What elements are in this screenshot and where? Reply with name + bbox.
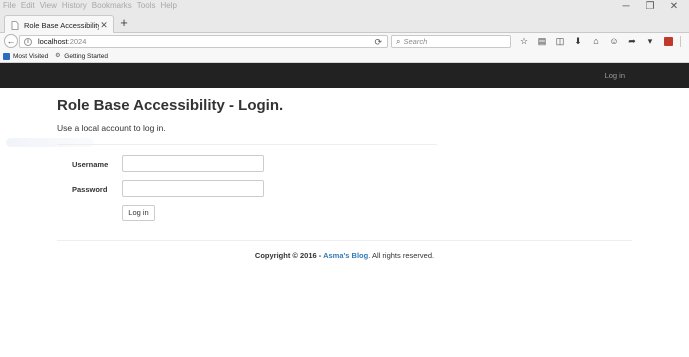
navigation-bar: ← i localhost:2024 ⟳ ⌕ Search ☆ ▤ ◫ ⬇ ⌂ … bbox=[0, 33, 689, 50]
toolbar-divider bbox=[680, 36, 684, 47]
minimize-icon[interactable]: ─ bbox=[619, 0, 633, 14]
menu-edit[interactable]: Edit bbox=[21, 0, 35, 12]
bookmark-folder-icon bbox=[3, 52, 10, 60]
home-icon[interactable]: ⌂ bbox=[587, 34, 605, 49]
password-label: Password bbox=[72, 185, 108, 194]
send-icon[interactable]: ➦ bbox=[623, 34, 641, 49]
page-subtitle: Use a local account to log in. bbox=[57, 123, 166, 133]
window-controls: ─ ❐ ✕ bbox=[619, 0, 681, 14]
restore-icon[interactable]: ❐ bbox=[643, 0, 657, 14]
page-favicon-icon bbox=[10, 20, 19, 30]
title-bar: File Edit View History Bookmarks Tools H… bbox=[0, 0, 689, 14]
reload-icon[interactable]: ⟳ bbox=[374, 36, 382, 48]
menu-history[interactable]: History bbox=[62, 0, 87, 12]
divider bbox=[57, 144, 437, 145]
url-port: :2024 bbox=[67, 37, 87, 46]
footer-copyright: Copyright © 2016 - bbox=[254, 251, 324, 260]
footer-rights: . All rights reserved. bbox=[368, 251, 435, 260]
dropdown-icon[interactable]: ▾ bbox=[641, 34, 659, 49]
reading-list-icon[interactable]: ▤ bbox=[533, 34, 551, 49]
tab-close-icon[interactable]: ✕ bbox=[99, 20, 109, 31]
search-placeholder: Search bbox=[403, 37, 428, 46]
menu-bar: File Edit View History Bookmarks Tools H… bbox=[3, 0, 177, 12]
bookmark-most-visited[interactable]: Most Visited bbox=[3, 52, 49, 60]
ghost-overlay bbox=[6, 138, 94, 147]
username-field[interactable] bbox=[122, 155, 264, 172]
new-tab-button[interactable]: + bbox=[117, 16, 131, 30]
footer: Copyright © 2016 - Asma's Blog. All righ… bbox=[0, 251, 689, 260]
back-arrow-icon: ← bbox=[6, 36, 16, 46]
menu-view[interactable]: View bbox=[40, 0, 57, 12]
menu-tools[interactable]: Tools bbox=[137, 0, 156, 12]
footer-blog-link[interactable]: Asma's Blog bbox=[323, 251, 368, 260]
bookmark-getting-started[interactable]: ⚙ Getting Started bbox=[54, 53, 108, 60]
toolbar-icons: ☆ ▤ ◫ ⬇ ⌂ ☺ ➦ ▾ ☰ bbox=[515, 34, 689, 49]
footer-divider bbox=[57, 240, 632, 241]
bookmark-label: Most Visited bbox=[13, 52, 49, 60]
bookmark-label: Getting Started bbox=[64, 52, 109, 60]
menu-bookmarks[interactable]: Bookmarks bbox=[92, 0, 132, 12]
pocket-icon[interactable]: ◫ bbox=[551, 34, 569, 49]
tab-strip: Role Base Accessibility - L... ✕ + bbox=[0, 14, 689, 34]
site-navbar: Log in bbox=[0, 63, 689, 88]
chat-icon[interactable]: ☺ bbox=[605, 34, 623, 49]
password-field[interactable] bbox=[122, 180, 264, 197]
bookmarks-bar: Most Visited ⚙ Getting Started bbox=[0, 50, 689, 63]
header-login-link[interactable]: Log in bbox=[605, 63, 625, 88]
login-button[interactable]: Log in bbox=[122, 205, 155, 221]
search-bar[interactable]: ⌕ Search bbox=[391, 35, 511, 48]
url-host: localhost bbox=[38, 37, 68, 46]
gear-icon: ⚙ bbox=[55, 52, 61, 59]
extension-icon[interactable] bbox=[659, 34, 677, 49]
address-bar[interactable]: i localhost:2024 ⟳ bbox=[19, 35, 388, 48]
download-icon[interactable]: ⬇ bbox=[569, 34, 587, 49]
site-info-icon[interactable]: i bbox=[24, 37, 32, 46]
menu-file[interactable]: File bbox=[3, 0, 16, 12]
close-window-icon[interactable]: ✕ bbox=[667, 0, 681, 14]
page-title: Role Base Accessibility - Login. bbox=[57, 97, 284, 114]
username-label: Username bbox=[72, 160, 109, 169]
active-tab[interactable]: Role Base Accessibility - L... ✕ bbox=[4, 15, 114, 34]
back-button[interactable]: ← bbox=[4, 34, 18, 48]
search-icon: ⌕ bbox=[396, 36, 401, 46]
star-icon[interactable]: ☆ bbox=[515, 34, 533, 49]
menu-help[interactable]: Help bbox=[160, 0, 176, 12]
tab-title: Role Base Accessibility - L... bbox=[24, 20, 99, 30]
